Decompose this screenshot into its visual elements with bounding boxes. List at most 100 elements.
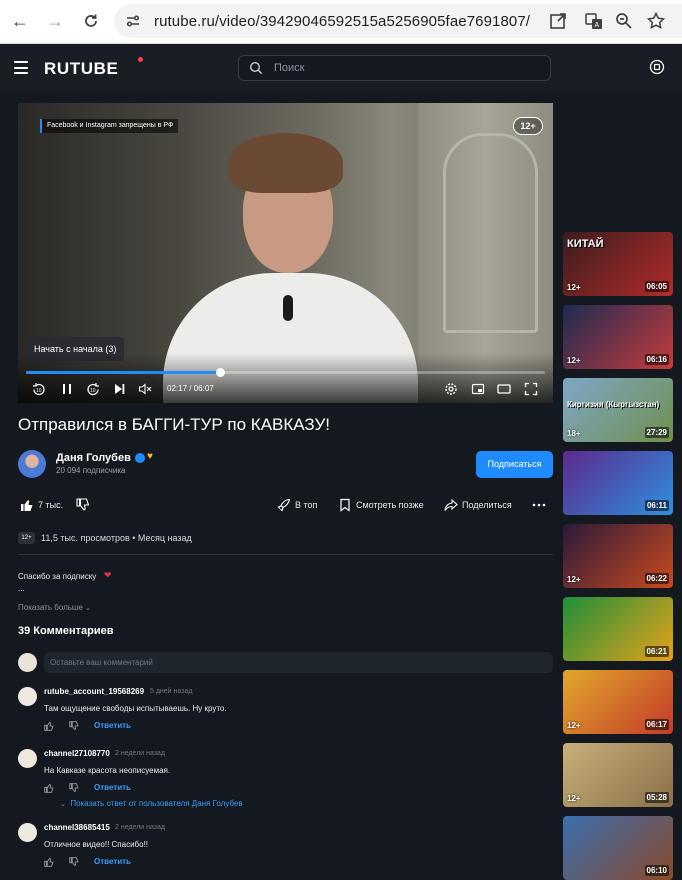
commenter-avatar[interactable]	[18, 687, 37, 706]
comment-time: 5 дней назад	[150, 688, 193, 695]
age-badge: 12+	[18, 532, 35, 544]
pause-icon[interactable]	[60, 382, 74, 396]
commenter-avatar[interactable]	[18, 823, 37, 842]
commenter-avatar[interactable]	[18, 749, 37, 768]
subscribe-button[interactable]: Подписаться	[476, 451, 553, 478]
theater-mode-icon[interactable]	[497, 382, 511, 396]
reply-button[interactable]: Ответить	[94, 721, 131, 730]
show-reply-label: Показать ответ от пользователя Даня Голу…	[70, 799, 243, 808]
thumbnail-title: КИТАЙ	[567, 238, 604, 250]
share-label: Поделиться	[462, 500, 512, 510]
comment-text: Там ощущение свободы испытываешь. Ну кру…	[44, 704, 227, 713]
views-and-date: 11,5 тыс. просмотров • Месяц назад	[41, 533, 192, 543]
translate-icon[interactable]: A	[584, 11, 604, 31]
search-icon	[249, 61, 263, 75]
svg-text:A: A	[595, 22, 600, 29]
thumbs-down-icon[interactable]	[76, 498, 90, 512]
video-title: Отправился в БАГГИ-ТУР по КАВКАЗУ!	[18, 415, 331, 434]
logo-dot	[138, 57, 143, 62]
rutube-logo[interactable]: RUTUBE	[44, 59, 118, 79]
zoom-icon[interactable]	[614, 11, 634, 31]
verified-icon	[135, 453, 145, 463]
comment-text: Отличное видео!! Спасибо!!	[44, 840, 149, 849]
comment-username[interactable]: channel27108770	[44, 749, 110, 758]
related-video-thumbnail[interactable]: 06:10	[563, 816, 673, 880]
rocket-icon	[277, 498, 291, 512]
rewind-seconds: 10	[36, 388, 42, 394]
related-video-thumbnail[interactable]: 06:11	[563, 451, 673, 515]
forward-seconds: 10	[90, 388, 96, 394]
comment-like-icon[interactable]	[44, 857, 54, 867]
forward-10-icon[interactable]: 10	[86, 382, 100, 396]
comment-input[interactable]: Оставьте ваш комментарий	[44, 652, 553, 673]
show-more-label: Показать больше	[18, 603, 83, 612]
progress-bar[interactable]	[26, 368, 545, 377]
notice-label: Facebook и Instagram запрещены в РФ	[40, 119, 179, 133]
related-video-thumbnail[interactable]: 12+ 06:22	[563, 524, 673, 588]
chevron-down-icon: ⌄	[60, 801, 66, 808]
menu-icon[interactable]	[14, 61, 28, 74]
comment-like-icon[interactable]	[44, 783, 54, 793]
reload-icon[interactable]	[80, 10, 102, 32]
comment-username[interactable]: rutube_account_19568269	[44, 687, 144, 696]
next-icon[interactable]	[112, 382, 126, 396]
back-icon[interactable]: ←	[9, 10, 31, 32]
address-bar[interactable]: rutube.ru/video/39429046592515a5256905fa…	[114, 4, 682, 38]
comment-username[interactable]: channel38685415	[44, 823, 110, 832]
search-input[interactable]: Поиск	[238, 55, 551, 81]
reply-button[interactable]: Ответить	[94, 857, 131, 866]
video-frame-person-hair	[228, 133, 343, 193]
related-video-thumbnail[interactable]: Киргизия (Кыргызстан) 18+ 27:29	[563, 378, 673, 442]
show-reply-link[interactable]: ⌄ Показать ответ от пользователя Даня Го…	[60, 799, 243, 808]
comments-count: 39 Комментариев	[18, 625, 114, 637]
description: Спасибо за подписку	[18, 572, 97, 581]
comment-item: channel27108770 2 недели назад На Кавказ…	[18, 749, 553, 797]
thumbnail-age: 12+	[567, 721, 581, 730]
thumbs-up-icon	[21, 500, 33, 511]
time-display: 02:17 / 06:07	[167, 384, 214, 393]
comment-dislike-icon[interactable]	[69, 857, 79, 867]
my-avatar	[18, 653, 37, 672]
channel-avatar[interactable]	[18, 450, 46, 478]
thumbnail-duration: 05:28	[644, 792, 669, 803]
upload-icon[interactable]	[649, 59, 665, 75]
fullscreen-icon[interactable]	[524, 382, 538, 396]
forward-icon[interactable]: →	[44, 10, 66, 32]
channel-name[interactable]: Даня Голубев	[56, 452, 131, 464]
view-count: 11,5 тыс. просмотров	[41, 533, 130, 543]
related-video-thumbnail[interactable]: КИТАЙ 12+ 06:05	[563, 232, 673, 296]
related-video-thumbnail[interactable]: 12+ 05:28	[563, 743, 673, 807]
video-frame-door-panel	[443, 133, 538, 333]
comment-item: channel38685415 2 недели назад Отличное …	[18, 823, 553, 871]
comment-dislike-icon[interactable]	[69, 721, 79, 731]
related-video-thumbnail[interactable]: 06:21	[563, 597, 673, 661]
site-settings-icon[interactable]	[124, 12, 142, 30]
thumbnail-age: 12+	[567, 575, 581, 584]
thumbnail-duration: 06:17	[644, 719, 669, 730]
open-in-app-icon[interactable]	[548, 11, 568, 31]
red-heart-icon: ❤	[104, 570, 112, 580]
comment-text: На Кавказе красота неописуемая.	[44, 766, 171, 775]
thumbnail-age: 12+	[567, 283, 581, 292]
reply-button[interactable]: Ответить	[94, 783, 131, 792]
more-options-icon[interactable]	[532, 498, 546, 512]
thumbnail-duration: 06:16	[644, 354, 669, 365]
related-video-thumbnail[interactable]: 12+ 06:16	[563, 305, 673, 369]
duration: 06:07	[193, 384, 214, 393]
comment-item: rutube_account_19568269 5 дней назад Там…	[18, 687, 553, 735]
settings-gear-icon[interactable]	[444, 382, 458, 396]
video-player[interactable]: Facebook и Instagram запрещены в РФ 12+ …	[18, 103, 553, 403]
thumbnail-duration: 06:05	[644, 281, 669, 292]
rewind-10-icon[interactable]: 10	[32, 382, 46, 396]
current-time: 02:17	[167, 384, 188, 393]
url-text[interactable]: rutube.ru/video/39429046592515a5256905fa…	[154, 13, 530, 30]
miniplayer-icon[interactable]	[471, 382, 485, 396]
related-video-thumbnail[interactable]: 12+ 06:17	[563, 670, 673, 734]
mute-icon[interactable]	[138, 382, 152, 396]
progress-fill	[26, 371, 221, 374]
show-more-link[interactable]: Показать больше ⌄	[18, 603, 91, 612]
comment-dislike-icon[interactable]	[69, 783, 79, 793]
thumbnail-age: 18+	[567, 429, 581, 438]
comment-like-icon[interactable]	[44, 721, 54, 731]
bookmark-star-icon[interactable]	[646, 11, 666, 31]
